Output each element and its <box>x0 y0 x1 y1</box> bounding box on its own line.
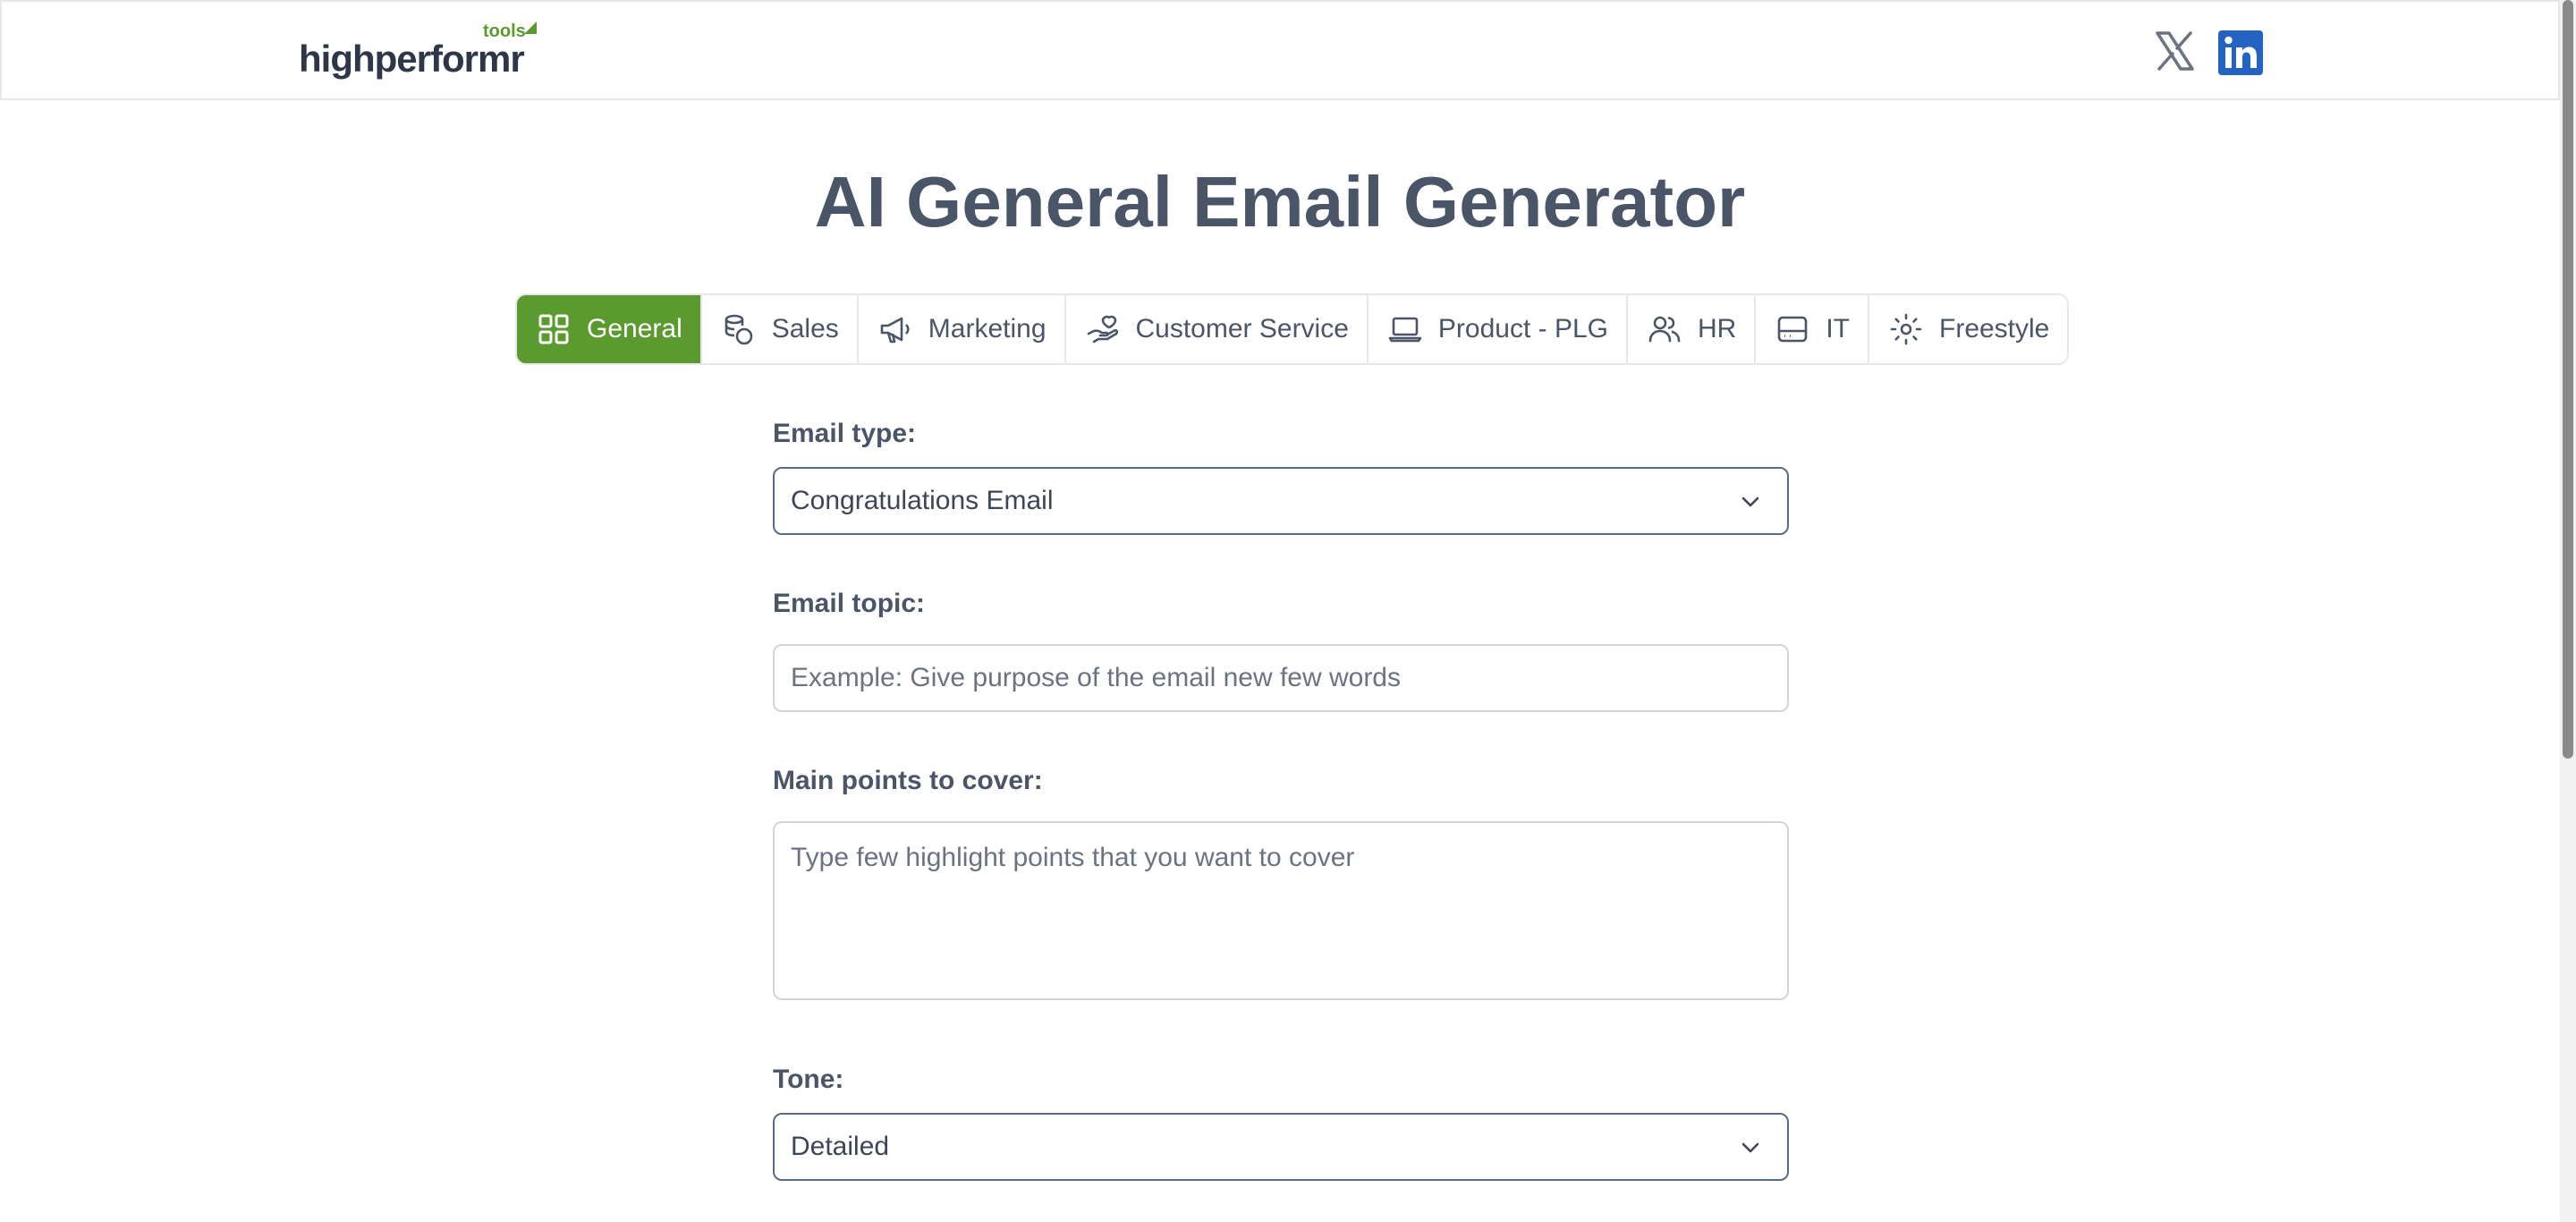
tab-customer-service[interactable]: Customer Service <box>1066 295 1368 363</box>
tab-label: General <box>587 314 682 344</box>
tab-label: Freestyle <box>1939 314 2050 344</box>
tone-value: Detailed <box>791 1132 890 1161</box>
tab-it[interactable]: IT <box>1756 295 1869 363</box>
main-points-label: Main points to cover: <box>773 766 1043 795</box>
tone-select[interactable]: Detailed <box>773 1113 1789 1181</box>
tab-product-plg[interactable]: Product - PLG <box>1368 295 1628 363</box>
chevron-down-icon <box>1741 1142 1759 1153</box>
tab-label: Marketing <box>928 314 1046 344</box>
linkedin-icon[interactable] <box>2218 30 2263 75</box>
scrollbar-thumb[interactable] <box>2563 0 2573 759</box>
tab-label: Sales <box>771 314 839 344</box>
email-type-select[interactable]: Congratulations Email <box>773 467 1789 535</box>
hard-drive-icon <box>1775 312 1809 346</box>
logo-mark-icon <box>524 21 537 34</box>
x-icon[interactable] <box>2154 30 2195 72</box>
tab-label: HR <box>1697 314 1737 344</box>
email-topic-label: Email topic: <box>773 589 926 618</box>
tab-general[interactable]: General <box>517 295 702 363</box>
tone-label: Tone: <box>773 1065 844 1094</box>
main-points-textarea[interactable] <box>773 821 1789 1000</box>
page-title: AI General Email Generator <box>814 162 1746 242</box>
tab-label: Customer Service <box>1135 314 1349 344</box>
grid-icon <box>537 312 571 346</box>
coins-icon <box>722 312 756 346</box>
users-icon <box>1648 312 1682 346</box>
tab-marketing[interactable]: Marketing <box>859 295 1066 363</box>
megaphone-icon <box>878 312 912 346</box>
tab-sales[interactable]: Sales <box>702 295 859 363</box>
laptop-icon <box>1388 312 1422 346</box>
hand-heart-icon <box>1086 312 1120 346</box>
tab-freestyle[interactable]: Freestyle <box>1869 295 2067 363</box>
page: highperformr tools AI General Email Gene… <box>0 0 2576 1222</box>
sun-icon <box>1889 312 1923 346</box>
logo-text: highperformr <box>299 38 525 80</box>
site-header: highperformr tools <box>0 0 2560 100</box>
category-tabs: General Sales Marketing Customer Service… <box>515 293 2070 365</box>
chevron-down-icon <box>1741 496 1759 507</box>
tab-label: IT <box>1826 314 1850 344</box>
tab-label: Product - PLG <box>1437 314 1608 344</box>
tab-hr[interactable]: HR <box>1628 295 1757 363</box>
logo-badge: tools <box>483 21 526 41</box>
email-topic-input[interactable] <box>773 644 1789 712</box>
email-type-value: Congratulations Email <box>791 486 1054 515</box>
logo[interactable]: highperformr tools <box>297 20 538 82</box>
email-type-label: Email type: <box>773 419 917 448</box>
